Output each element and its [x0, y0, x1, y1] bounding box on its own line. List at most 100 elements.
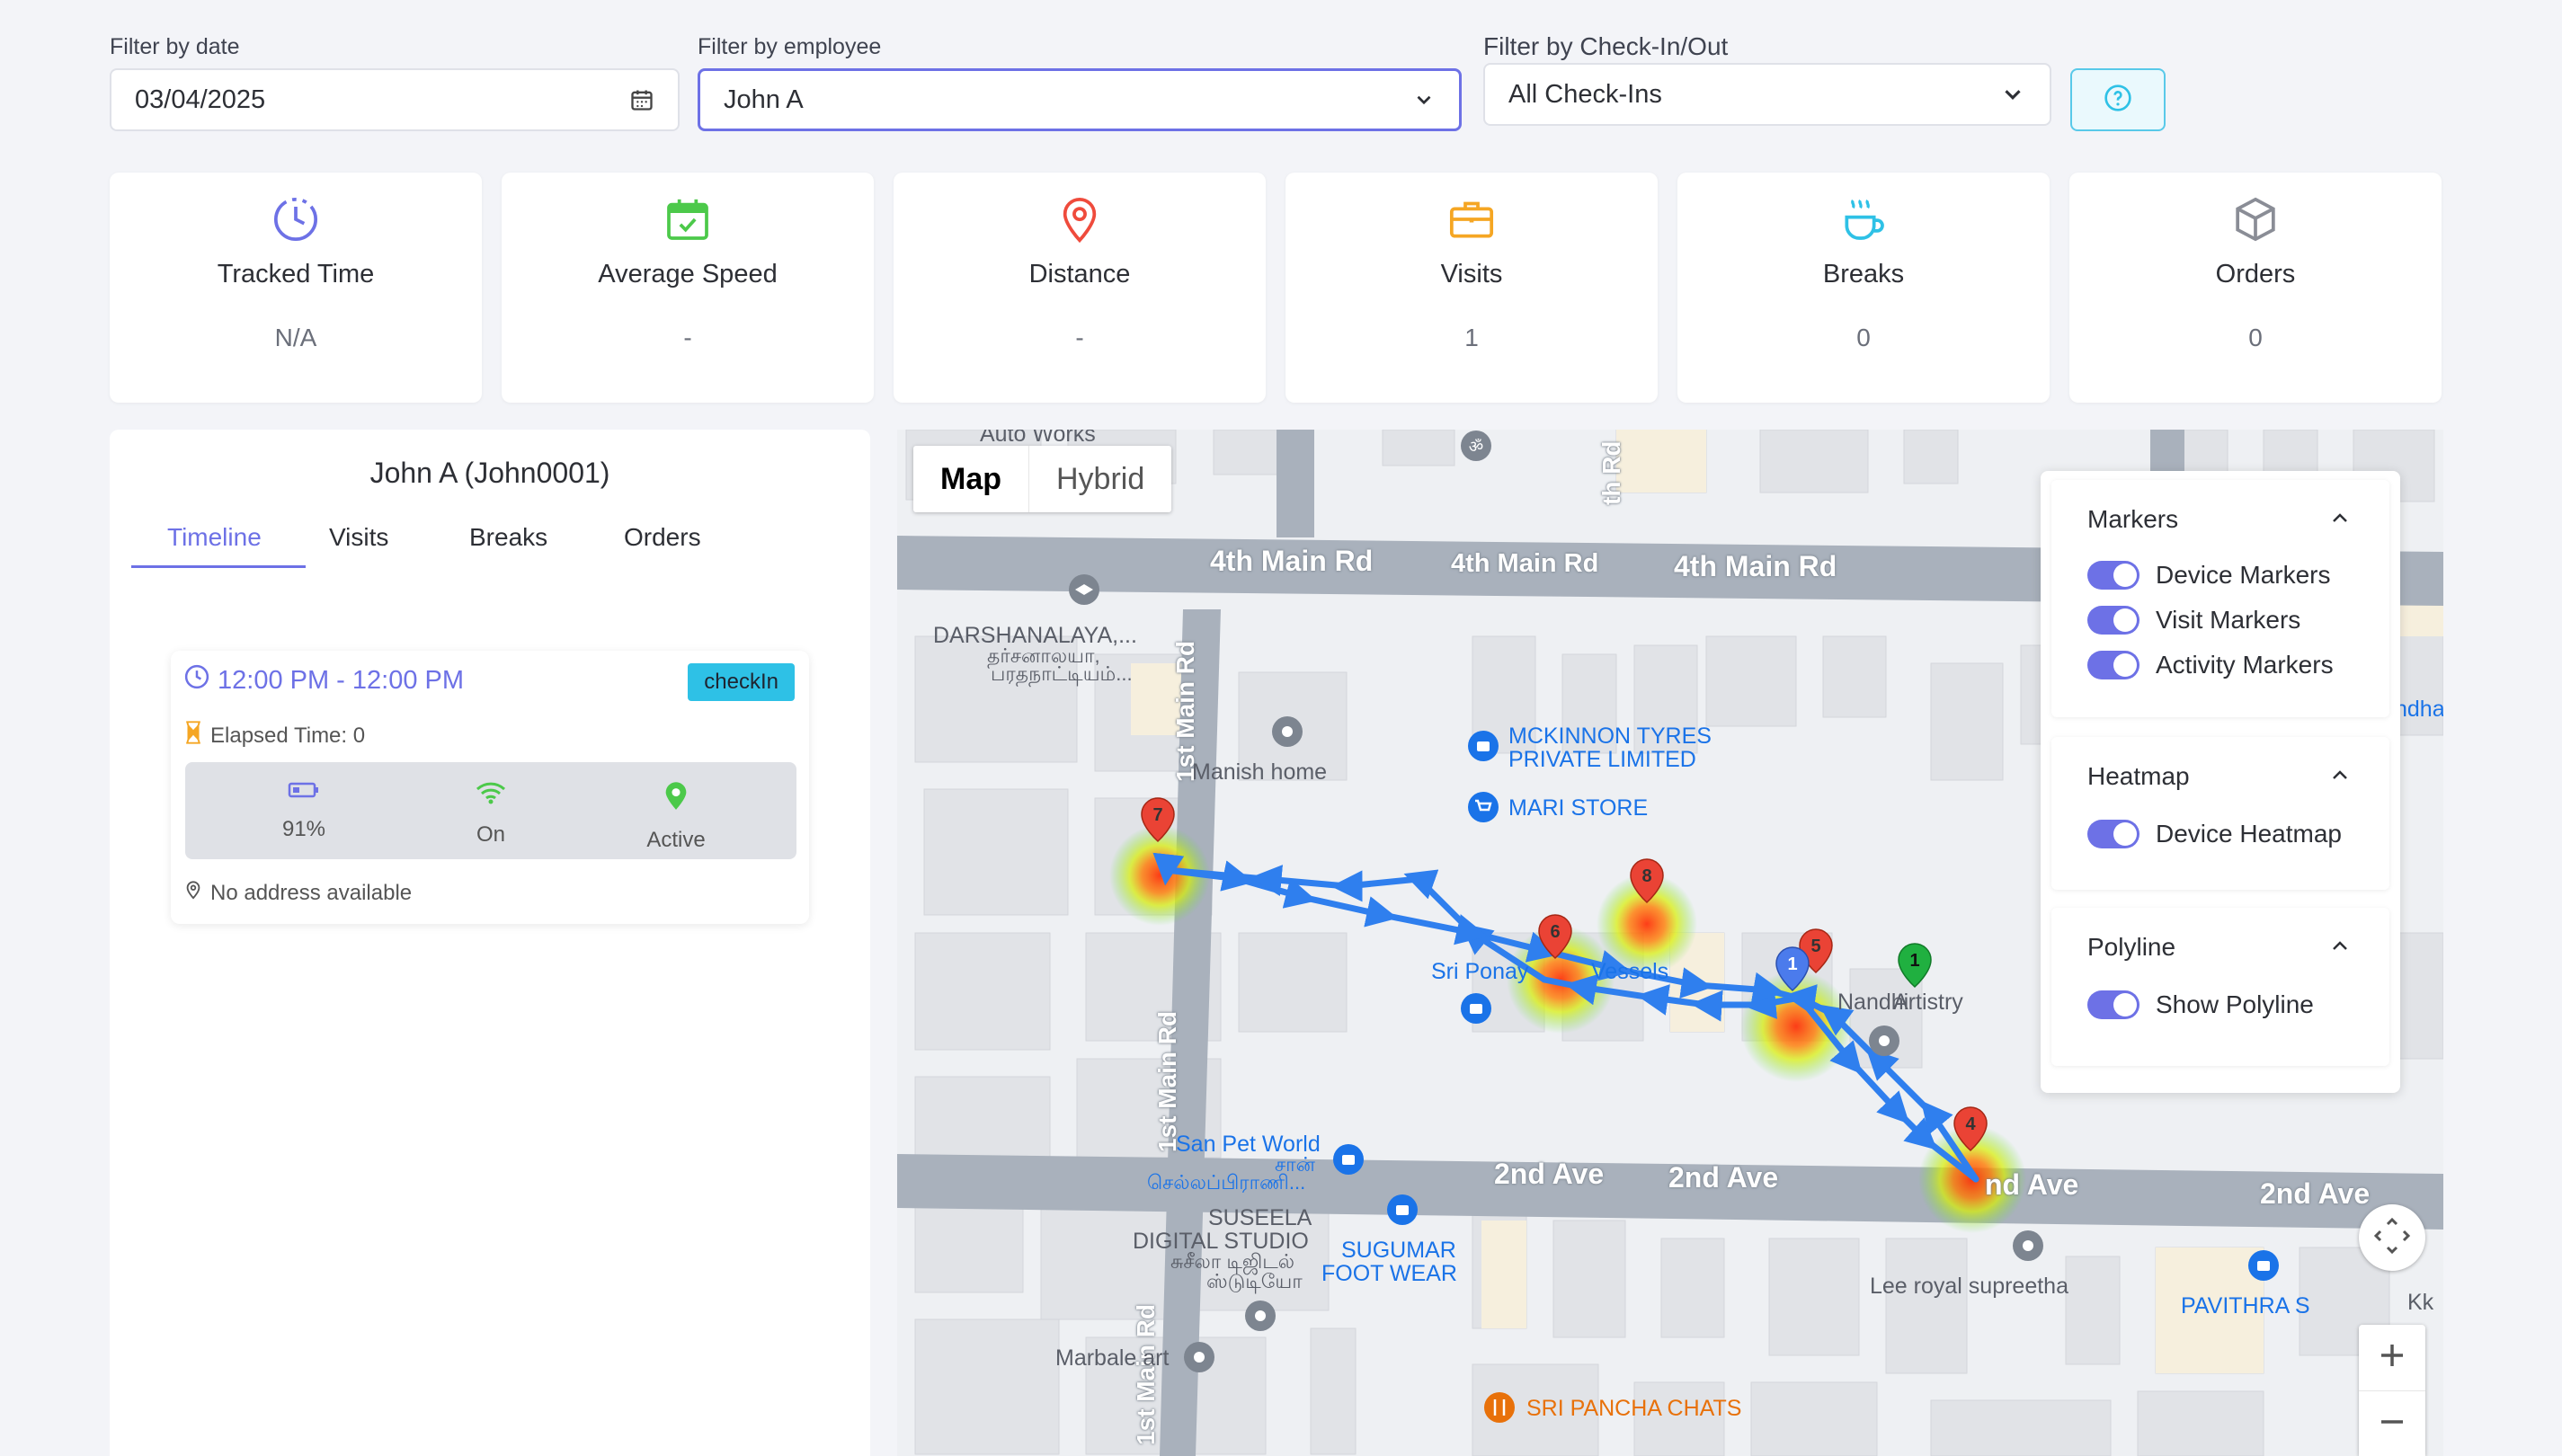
- route-marker-7: 7: [1141, 797, 1175, 843]
- show-polyline-row[interactable]: Show Polyline: [2087, 990, 2314, 1019]
- timeline-address: No address available: [183, 879, 412, 907]
- date-filter-label: Filter by date: [110, 34, 240, 59]
- battery-status: 91%: [232, 780, 376, 842]
- box-icon: [2069, 194, 2442, 242]
- map-pan-control[interactable]: [2359, 1204, 2425, 1271]
- clock-icon: [183, 663, 210, 697]
- date-filter-value: 03/04/2025: [135, 84, 266, 114]
- svg-text:1: 1: [1787, 954, 1797, 974]
- coffee-cup-icon: [1677, 194, 2050, 241]
- visit-markers-toggle[interactable]: [2087, 606, 2139, 635]
- employee-filter-select[interactable]: John A: [698, 68, 1462, 131]
- map-layer-panel: Markers Device Markers Visit Markers Act…: [2041, 471, 2400, 1093]
- elapsed-time: Elapsed Time: 0: [183, 721, 365, 750]
- help-button[interactable]: [2070, 68, 2166, 131]
- stat-card-distance: Distance -: [894, 173, 1266, 403]
- svg-text:5: 5: [1810, 937, 1820, 956]
- tab-visits[interactable]: Visits: [306, 519, 446, 568]
- device-markers-toggle[interactable]: [2087, 561, 2139, 590]
- svg-text:1: 1: [1909, 951, 1919, 971]
- zoom-out-button[interactable]: [2359, 1391, 2425, 1456]
- route-marker-8: 8: [1630, 858, 1664, 904]
- tab-orders[interactable]: Orders: [600, 519, 744, 568]
- toggle-label: Device Markers: [2156, 561, 2331, 589]
- date-filter-input[interactable]: 03/04/2025: [110, 68, 680, 131]
- svg-text:7: 7: [1152, 805, 1162, 825]
- stat-title: Distance: [1028, 260, 1131, 289]
- chevron-up-icon[interactable]: [2330, 938, 2350, 957]
- route-marker-4: 4: [1953, 1106, 1988, 1152]
- map-type-map-button[interactable]: Map: [913, 446, 1029, 512]
- question-circle-icon: [2104, 84, 2132, 117]
- svg-text:8: 8: [1641, 866, 1651, 886]
- map-type-hybrid-button[interactable]: Hybrid: [1029, 446, 1171, 512]
- employee-panel: John A (John0001) Timeline Visits Breaks…: [110, 430, 870, 1456]
- device-heatmap-row[interactable]: Device Heatmap: [2087, 820, 2342, 848]
- stat-title: Orders: [2215, 260, 2296, 289]
- activity-markers-toggle[interactable]: [2087, 651, 2139, 679]
- move-arrows-icon: [2372, 1216, 2412, 1260]
- stat-value: -: [1075, 324, 1084, 351]
- tab-breaks[interactable]: Breaks: [446, 519, 600, 568]
- device-heatmap-toggle[interactable]: [2087, 820, 2139, 848]
- chevron-up-icon[interactable]: [2330, 768, 2350, 786]
- gps-value: Active: [646, 828, 706, 852]
- stat-title: Tracked Time: [217, 260, 375, 289]
- employee-filter-label: Filter by employee: [698, 34, 882, 59]
- toggle-label: Activity Markers: [2156, 651, 2334, 679]
- stat-value: 0: [1856, 324, 1871, 351]
- stat-title: Visits: [1440, 260, 1503, 289]
- stat-value: 1: [1464, 324, 1479, 351]
- calendar-check-icon: [502, 194, 874, 241]
- plus-icon: [2378, 1341, 2406, 1374]
- zoom-in-button[interactable]: [2359, 1325, 2425, 1391]
- toggle-label: Visit Markers: [2156, 606, 2301, 634]
- checkin-filter-value: All Check-Ins: [1508, 79, 1662, 109]
- stat-value: 0: [2248, 324, 2263, 351]
- route-marker-1-start: 1: [1898, 943, 1932, 989]
- map-type-toggle: Map Hybrid: [913, 446, 1172, 512]
- stat-value: N/A: [274, 324, 317, 351]
- polyline-section-title: Polyline: [2087, 933, 2176, 961]
- activity-markers-row[interactable]: Activity Markers: [2087, 651, 2334, 679]
- calendar-icon[interactable]: [629, 87, 654, 112]
- minus-icon: [2378, 1407, 2406, 1441]
- location-pin-icon: [663, 782, 689, 814]
- stat-card-breaks: Breaks 0: [1677, 173, 2050, 403]
- location-pin-icon: [183, 879, 203, 907]
- visit-markers-row[interactable]: Visit Markers: [2087, 606, 2300, 635]
- zoom-controls: [2359, 1325, 2425, 1456]
- battery-icon: [288, 782, 320, 803]
- map-pin-icon: [894, 194, 1266, 244]
- checkin-badge: checkIn: [688, 663, 795, 701]
- stat-card-orders: Orders 0: [2069, 173, 2442, 403]
- hourglass-icon: [183, 721, 203, 750]
- show-polyline-toggle[interactable]: [2087, 990, 2139, 1019]
- briefcase-icon: [1285, 194, 1658, 241]
- route-marker-1-visit: 1: [1775, 946, 1810, 992]
- chevron-down-icon: [1412, 88, 1436, 111]
- markers-section-title: Markers: [2087, 505, 2179, 533]
- wifi-icon: [475, 782, 507, 809]
- tracking-map[interactable]: 4th Main Rd 4th Main Rd 4th Main Rd 1st …: [897, 430, 2443, 1456]
- timeline-time-range: 12:00 PM - 12:00 PM: [218, 665, 465, 695]
- timeline-time: 12:00 PM - 12:00 PM: [183, 663, 464, 697]
- route-marker-6: 6: [1538, 914, 1572, 960]
- tab-timeline[interactable]: Timeline: [131, 519, 306, 568]
- device-markers-row[interactable]: Device Markers: [2087, 561, 2330, 590]
- timeline-entry[interactable]: 12:00 PM - 12:00 PM checkIn Elapsed Time…: [171, 651, 809, 924]
- stat-title: Average Speed: [598, 260, 778, 289]
- battery-value: 91%: [281, 817, 326, 841]
- markers-section: Markers Device Markers Visit Markers Act…: [2051, 480, 2389, 717]
- chevron-up-icon[interactable]: [2330, 510, 2350, 529]
- address-text: No address available: [210, 880, 413, 905]
- checkin-filter-select[interactable]: All Check-Ins: [1483, 63, 2051, 126]
- toggle-label: Device Heatmap: [2156, 820, 2342, 848]
- checkin-filter-label: Filter by Check-In/Out: [1483, 32, 1729, 60]
- elapsed-time-text: Elapsed Time: 0: [210, 723, 366, 748]
- svg-text:4: 4: [1965, 1114, 1976, 1134]
- employee-tabs: Timeline Visits Breaks Orders: [131, 519, 744, 568]
- employee-name: John A (John0001): [369, 457, 610, 489]
- svg-text:6: 6: [1550, 922, 1560, 942]
- device-status-strip: 91% On Active: [185, 762, 796, 859]
